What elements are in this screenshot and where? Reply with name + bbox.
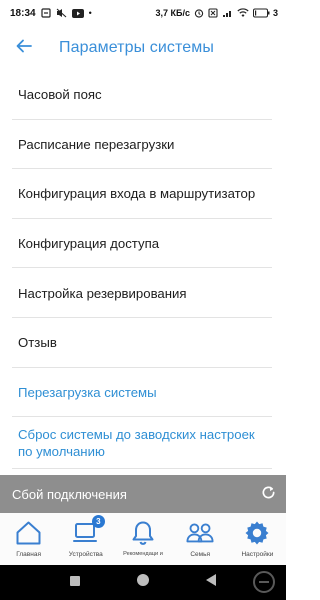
back-triangle-icon xyxy=(205,573,217,592)
home-circle-icon xyxy=(136,573,150,592)
nav-devices-label: Устройства xyxy=(68,551,103,558)
nav-recommendations-label: Рекомендаци и xyxy=(123,551,163,557)
bell-icon xyxy=(129,519,157,547)
nav-home[interactable]: Главная xyxy=(0,513,57,565)
back-arrow-icon xyxy=(16,39,32,58)
status-right: 3,7 КБ/с 3 xyxy=(156,8,279,18)
nav-family[interactable]: Семья xyxy=(172,513,229,565)
backup-settings-item[interactable]: Настройка резервирования xyxy=(0,268,286,318)
home-system-button[interactable] xyxy=(134,574,152,592)
more-dots-icon: • xyxy=(88,8,92,18)
recent-apps-button[interactable] xyxy=(66,574,84,592)
wifi-icon xyxy=(237,8,249,18)
gear-icon xyxy=(243,519,271,547)
watermark-logo-icon xyxy=(252,570,276,594)
connection-error-banner: Сбой подключения xyxy=(0,475,286,513)
nav-devices[interactable]: 3 Устройства xyxy=(57,513,114,565)
app-header: Параметры системы xyxy=(0,26,286,70)
alarm-icon xyxy=(194,8,204,18)
battery-level: 3 xyxy=(272,8,278,18)
battery-icon xyxy=(252,8,271,18)
system-reboot-link[interactable]: Перезагрузка системы xyxy=(0,368,286,418)
network-speed: 3,7 КБ/с xyxy=(155,8,190,18)
back-button[interactable] xyxy=(4,26,44,70)
nav-settings[interactable]: Настройки xyxy=(229,513,286,565)
access-config-item[interactable]: Конфигурация доступа xyxy=(0,219,286,269)
page-title: Параметры системы xyxy=(59,39,214,56)
factory-reset-link[interactable]: Сброс системы до заводских настроек по у… xyxy=(0,417,286,470)
nav-home-label: Главная xyxy=(16,551,41,558)
recent-apps-icon xyxy=(69,574,81,592)
system-navigation-bar xyxy=(0,565,286,600)
nav-recommendations[interactable]: Рекомендаци и xyxy=(114,513,171,565)
status-time: 18:34 xyxy=(10,7,36,19)
youtube-icon xyxy=(71,8,84,18)
settings-list: Часовой пояс Расписание перезагрузки Кон… xyxy=(0,70,286,470)
timezone-item[interactable]: Часовой пояс xyxy=(0,70,286,120)
nav-family-label: Семья xyxy=(190,551,211,558)
refresh-button[interactable] xyxy=(250,475,286,513)
bottom-navigation: Главная 3 Устройства Рекомендаци и Семья… xyxy=(0,513,286,565)
status-bar: 18:34 • 3,7 КБ/с 3 xyxy=(0,0,286,26)
signal-icon xyxy=(222,8,233,18)
status-left: 18:34 • xyxy=(10,8,92,19)
nav-settings-label: Настройки xyxy=(241,551,274,558)
devices-icon: 3 xyxy=(72,515,105,547)
family-icon xyxy=(186,519,214,547)
refresh-icon xyxy=(261,485,276,503)
feedback-item[interactable]: Отзыв xyxy=(0,318,286,368)
devices-badge: 3 xyxy=(91,515,105,528)
connection-error-text: Сбой подключения xyxy=(12,486,127,502)
mute-icon xyxy=(56,8,67,18)
reboot-schedule-item[interactable]: Расписание перезагрузки xyxy=(0,120,286,170)
router-login-config-item[interactable]: Конфигурация входа в маршрутизатор xyxy=(0,169,286,219)
sim-box-icon xyxy=(208,8,218,18)
home-icon xyxy=(15,519,43,547)
notification-tile-icon xyxy=(40,8,51,18)
back-system-button[interactable] xyxy=(202,574,220,592)
